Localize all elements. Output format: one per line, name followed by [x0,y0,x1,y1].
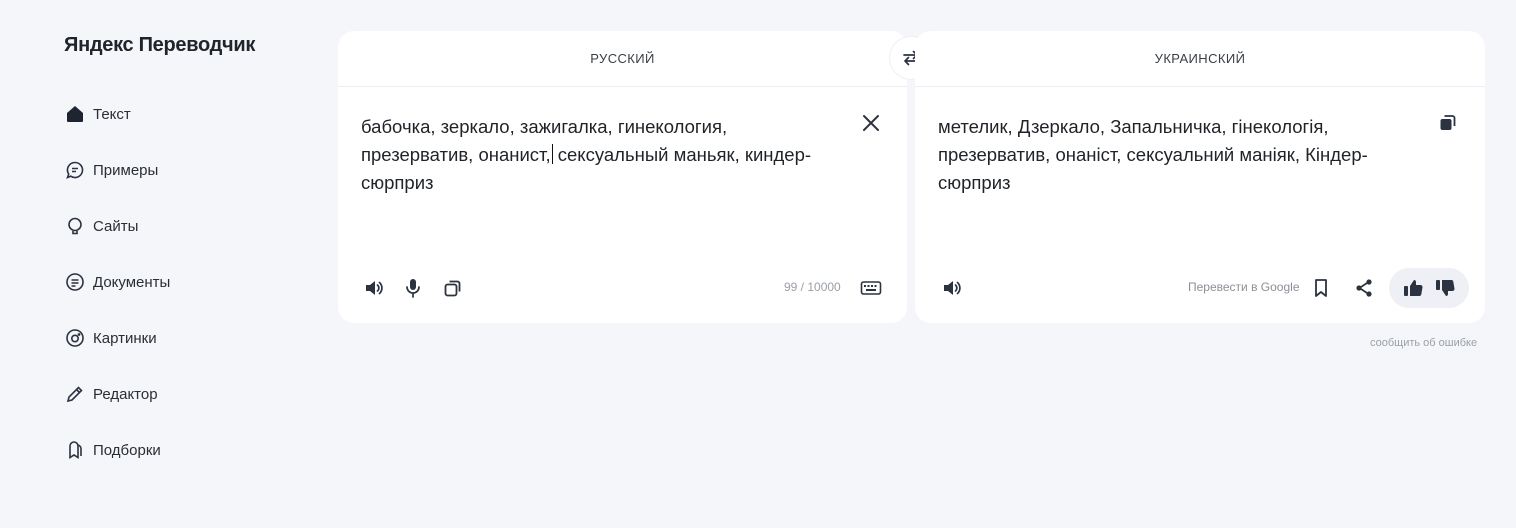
thumbs-down-icon [1436,279,1455,296]
sidebar-item-label: Примеры [93,161,159,179]
sidebar-item-documents[interactable]: Документы [64,268,170,296]
copy-icon [1440,115,1456,130]
sidebar-item-examples[interactable]: Примеры [64,156,170,184]
sidebar-item-collections[interactable]: Подборки [64,436,170,464]
sidebar-item-label: Редактор [93,385,158,403]
collection-icon [64,439,86,461]
report-error-link[interactable]: сообщить об ошибке [1370,337,1477,349]
copy-icon [444,280,461,297]
sidebar-item-label: Документы [93,273,171,291]
app-logo[interactable]: Яндекс Переводчик [64,34,255,57]
voice-input-button[interactable] [399,274,427,302]
sidebar-item-text[interactable]: Текст [64,100,170,128]
source-panel: РУССКИЙ бабочка, зеркало, зажигалка, гин… [338,31,907,323]
sidebar-nav: Текст Примеры Сайты Документы Картинки Р… [64,100,170,492]
translate-in-google-link[interactable]: Перевести в Google [1188,280,1300,294]
thumbs-up-icon [1404,280,1423,297]
sidebar-item-editor[interactable]: Редактор [64,380,170,408]
sidebar-item-label: Текст [93,105,131,123]
bookmark-icon [1315,279,1327,297]
sidebar-item-sites[interactable]: Сайты [64,212,170,240]
close-icon [863,115,879,131]
pencil-icon [64,383,86,405]
document-icon [64,271,86,293]
target-language-selector[interactable]: УКРАИНСКИЙ [915,31,1485,87]
target-speak-button[interactable] [938,274,966,302]
source-copy-button[interactable] [439,274,467,302]
target-copy-button[interactable] [1434,109,1462,137]
clear-text-button[interactable] [857,109,885,137]
sidebar-item-images[interactable]: Картинки [64,324,170,352]
speaker-icon [944,281,961,295]
keyboard-icon [860,281,882,295]
share-icon [1356,279,1372,297]
sidebar-item-label: Подборки [93,441,161,459]
source-text-input[interactable]: бабочка, зеркало, зажигалка, гинекология… [361,113,831,197]
camera-icon [64,327,86,349]
translation-output: метелик, Дзеркало, Запальничка, гінеколо… [938,116,1368,193]
bookmark-button[interactable] [1307,274,1335,302]
thumbs-up-button[interactable] [1400,275,1426,301]
chat-icon [64,159,86,181]
source-speak-button[interactable] [360,274,388,302]
character-counter: 99 / 10000 [784,280,841,294]
source-language-selector[interactable]: РУССКИЙ [338,31,907,87]
thumbs-down-button[interactable] [1432,275,1458,301]
home-icon [64,103,86,125]
sidebar-item-label: Картинки [93,329,157,347]
microphone-icon [406,279,420,298]
bulb-icon [64,215,86,237]
feedback-group [1389,268,1469,308]
sidebar-item-label: Сайты [93,217,139,235]
virtual-keyboard-button[interactable] [857,274,885,302]
speaker-icon [366,281,383,295]
target-panel: УКРАИНСКИЙ метелик, Дзеркало, Запальничк… [915,31,1485,323]
share-button[interactable] [1350,274,1378,302]
